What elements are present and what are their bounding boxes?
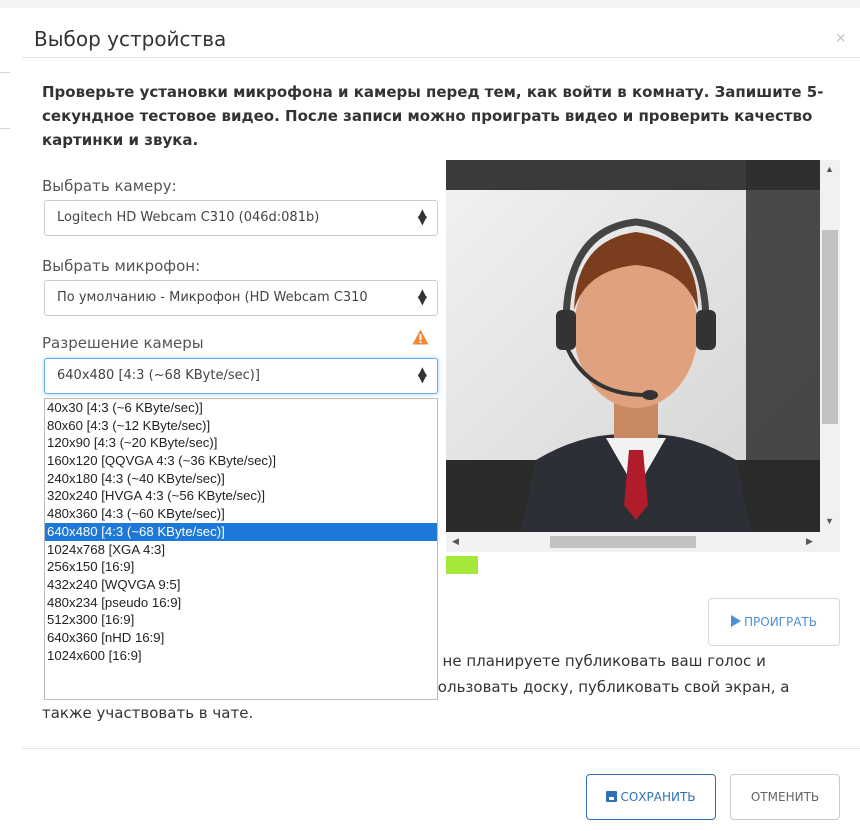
resolution-select[interactable]: 640x480 [4:3 (~68 KByte/sec)] ▲ ▼ (44, 358, 438, 394)
camera-preview (446, 160, 840, 552)
camera-select-value: Logitech HD Webcam C310 (046d:081b) (57, 210, 320, 225)
background-divider (0, 128, 10, 129)
audio-level-meter (446, 556, 478, 574)
resolution-option-selected[interactable]: 640x480 [4:3 (~68 KByte/sec)] (45, 522, 437, 541)
resolution-option[interactable]: 256x150 [16:9] (45, 558, 437, 576)
select-arrows-icon: ▲ ▼ (417, 286, 427, 307)
play-button[interactable]: ПРОИГРАТЬ (708, 598, 840, 646)
microphone-select[interactable]: По умолчанию - Микрофон (HD Webcam C310 … (44, 280, 438, 316)
save-button-label: СОХРАНИТЬ (620, 790, 696, 804)
resolution-label: Разрешение камеры (42, 334, 204, 352)
resolution-option[interactable]: 40x30 [4:3 (~6 KByte/sec)] (45, 399, 437, 417)
resolution-option[interactable]: 480x360 [4:3 (~60 KByte/sec)] (45, 505, 437, 523)
microphone-select-value: По умолчанию - Микрофон (HD Webcam C310 (57, 290, 368, 305)
camera-label: Выбрать камеру: (42, 177, 177, 195)
resolution-option[interactable]: 320x240 [HVGA 4:3 (~56 KByte/sec)] (45, 487, 437, 505)
resolution-select-value: 640x480 [4:3 (~68 KByte/sec)] (57, 368, 260, 383)
scroll-down-icon[interactable]: ▼ (825, 516, 834, 526)
select-arrows-icon: ▲ ▼ (417, 364, 427, 385)
microphone-label: Выбрать микрофон: (42, 257, 201, 275)
scroll-up-icon[interactable]: ▲ (825, 164, 834, 174)
cancel-button[interactable]: ОТМЕНИТЬ (730, 774, 840, 820)
resolution-option[interactable]: 480x234 [pseudo 16:9] (45, 594, 437, 612)
resolution-dropdown-list[interactable]: 40x30 [4:3 (~6 KByte/sec)] 80x60 [4:3 (~… (44, 398, 438, 700)
footer-divider (22, 748, 860, 749)
scroll-right-icon[interactable]: ▶ (806, 536, 813, 547)
resolution-option[interactable]: 240x180 [4:3 (~40 KByte/sec)] (45, 470, 437, 488)
warning-icon (412, 329, 429, 345)
dialog-title: Выбор устройства (34, 27, 227, 51)
avatar-image (446, 160, 840, 552)
preview-vertical-scroll-thumb[interactable] (822, 230, 838, 424)
scroll-left-icon[interactable]: ◀ (452, 536, 459, 547)
background-divider (0, 72, 10, 73)
resolution-option[interactable]: 432x240 [WQVGA 9:5] (45, 576, 437, 594)
play-button-label: ПРОИГРАТЬ (743, 615, 817, 629)
resolution-option[interactable]: 1024x600 [16:9] (45, 647, 437, 665)
page-top-strip (0, 0, 860, 8)
note-line: и не планируете публиковать ваш голос и (428, 652, 766, 670)
device-selection-dialog: Выбор устройства × Проверьте установки м… (22, 18, 860, 831)
save-button[interactable]: СОХРАНИТЬ (586, 774, 716, 820)
intro-text: Проверьте установки микрофона и камеры п… (42, 83, 824, 149)
floppy-disk-icon (606, 791, 618, 802)
resolution-option[interactable]: 120x90 [4:3 (~20 KByte/sec)] (45, 434, 437, 452)
play-icon (730, 615, 741, 627)
resolution-option[interactable]: 80x60 [4:3 (~12 KByte/sec)] (45, 417, 437, 435)
note-line: пользовать доску, публиковать свой экран… (428, 678, 790, 696)
resolution-option[interactable]: 1024x768 [XGA 4:3] (45, 541, 437, 559)
resolution-option[interactable]: 640x360 [nHD 16:9] (45, 629, 437, 647)
select-arrows-icon: ▲ ▼ (417, 206, 427, 227)
close-icon[interactable]: × (835, 28, 846, 49)
resolution-option[interactable]: 512x300 [16:9] (45, 611, 437, 629)
resolution-option[interactable]: 160x120 [QQVGA 4:3 (~36 KByte/sec)] (45, 452, 437, 470)
preview-horizontal-scroll-thumb[interactable] (550, 536, 696, 548)
dialog-header: Выбор устройства × (22, 18, 860, 58)
camera-select[interactable]: Logitech HD Webcam C310 (046d:081b) ▲ ▼ (44, 200, 438, 236)
note-line: также участвовать в чате. (42, 704, 254, 722)
